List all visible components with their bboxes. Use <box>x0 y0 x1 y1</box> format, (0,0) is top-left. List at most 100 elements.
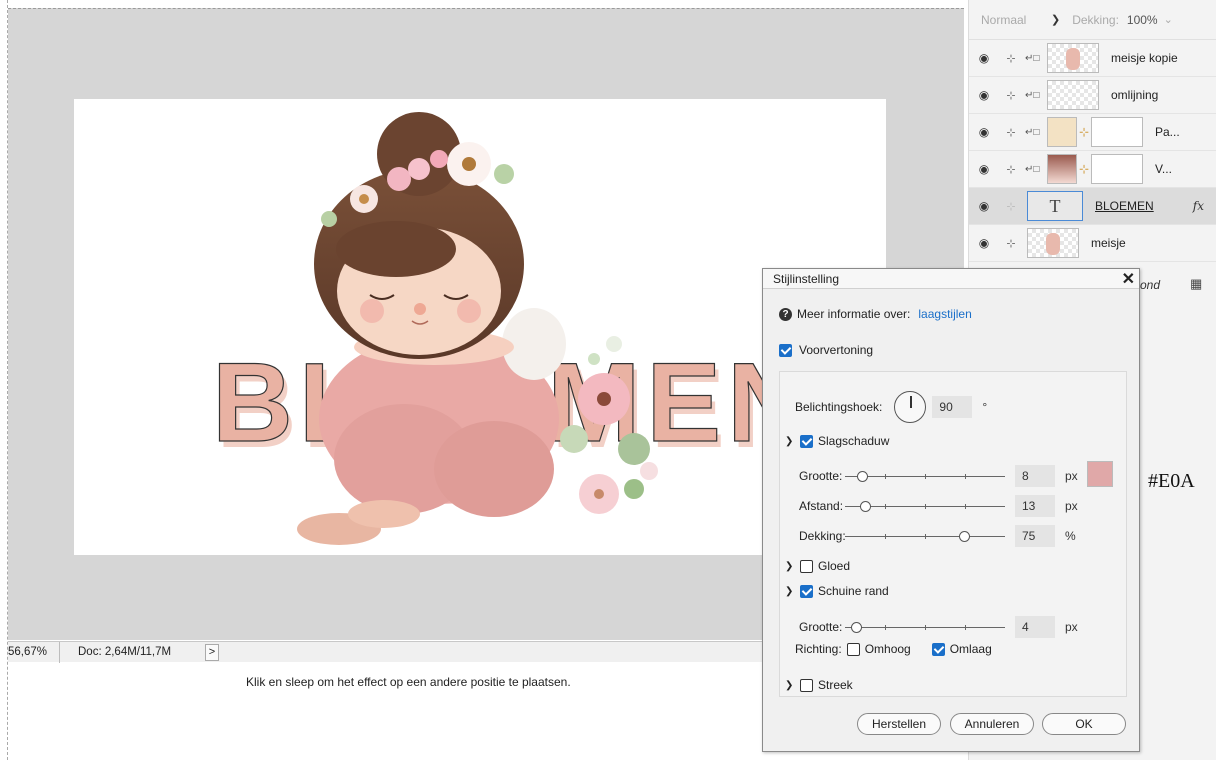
layer-row[interactable]: ◉ ⊹ ↵□ omlijning <box>969 77 1216 114</box>
glow-section[interactable]: ❯ Gloed <box>785 559 850 573</box>
layer-row[interactable]: ◉ ⊹ ↵□ ⊹ Pa... <box>969 114 1216 151</box>
layer-name[interactable]: omlijning <box>1111 88 1158 102</box>
eye-icon[interactable]: ◉ <box>977 125 991 139</box>
opacity-dropdown-icon[interactable]: ⌄ <box>1164 13 1173 26</box>
chevron-right-icon[interactable]: ❯ <box>785 561 795 572</box>
link-icon[interactable]: ⊹ <box>1003 126 1019 139</box>
bevel-checkbox[interactable] <box>800 584 813 598</box>
bevel-size-row: Grootte: 4 px <box>799 616 1078 638</box>
slider-knob[interactable] <box>857 471 868 482</box>
shadow-size-input[interactable]: 8 <box>1015 465 1055 487</box>
angle-label: Belichtingshoek: <box>795 400 883 414</box>
status-menu-arrow[interactable]: > <box>205 643 219 661</box>
layers-panel-header: Normaal ❯ Dekking: 100% ⌄ <box>969 0 1216 40</box>
lock-icon[interactable]: ▦ <box>1190 276 1202 292</box>
eye-icon[interactable]: ◉ <box>977 51 991 65</box>
stroke-label: Streek <box>818 678 853 692</box>
layer-styles-link[interactable]: laagstijlen <box>918 307 971 321</box>
info-text: Meer informatie over: <box>797 307 911 321</box>
shadow-distance-label: Afstand: <box>799 499 844 513</box>
layer-name[interactable]: V... <box>1155 162 1172 176</box>
shadow-opacity-label: Dekking: <box>799 529 846 543</box>
layer-name[interactable]: meisje kopie <box>1111 51 1178 65</box>
layer-name[interactable]: Pa... <box>1155 125 1180 139</box>
bevel-size-input[interactable]: 4 <box>1015 616 1055 638</box>
close-icon[interactable]: ✕ <box>1122 269 1135 289</box>
color-annotation: #E0A <box>1148 470 1195 492</box>
link-icon[interactable]: ⊹ <box>1003 52 1019 65</box>
girl-illustration <box>297 112 566 545</box>
eye-icon[interactable]: ◉ <box>977 199 991 213</box>
layer-name[interactable]: BLOEMEN <box>1095 199 1154 213</box>
slider-knob[interactable] <box>860 501 871 512</box>
eye-icon[interactable]: ◉ <box>977 88 991 102</box>
shadow-opacity-row: Dekking: 75 % <box>799 525 1076 547</box>
up-checkbox[interactable] <box>846 642 860 656</box>
zoom-level[interactable]: 56,67% <box>8 641 60 663</box>
bevel-section[interactable]: ❯ Schuine rand <box>785 584 889 598</box>
opacity-value[interactable]: 100% <box>1127 13 1158 27</box>
angle-input[interactable]: 90 <box>932 396 973 418</box>
drop-shadow-section[interactable]: ❯ Slagschaduw <box>785 434 889 448</box>
bevel-size-slider[interactable] <box>845 620 1005 634</box>
ok-button[interactable]: OK <box>1042 713 1126 735</box>
link-icon[interactable]: ⊹ <box>1003 200 1019 213</box>
drop-shadow-label: Slagschaduw <box>818 434 890 448</box>
shadow-color-swatch[interactable] <box>1087 461 1113 487</box>
chevron-down-icon[interactable]: ❯ <box>785 586 795 597</box>
dialog-title[interactable]: Stijlinstelling <box>763 269 1139 289</box>
angle-unit: ° <box>982 400 988 414</box>
glow-label: Gloed <box>818 559 851 573</box>
layer-row[interactable]: ◉ ⊹ ↵□ meisje kopie <box>969 40 1216 77</box>
slider-knob[interactable] <box>959 531 970 542</box>
cancel-button[interactable]: Annuleren <box>950 713 1034 735</box>
shadow-distance-unit: px <box>1065 499 1078 513</box>
link-icon[interactable]: ⊹ <box>1003 163 1019 176</box>
direction-label: Richting: <box>795 642 842 656</box>
shadow-distance-input[interactable]: 13 <box>1015 495 1055 517</box>
drop-shadow-checkbox[interactable] <box>800 434 813 448</box>
fx-icon[interactable]: fx <box>1193 199 1204 213</box>
down-checkbox[interactable] <box>931 642 945 656</box>
shadow-distance-slider[interactable] <box>845 499 1005 513</box>
clip-icon: ↵□ <box>1025 126 1040 138</box>
shadow-size-slider[interactable] <box>845 469 1005 483</box>
chevron-right-icon[interactable]: ❯ <box>785 680 795 691</box>
pattern-fill-thumbnail <box>1047 117 1077 147</box>
preview-checkbox[interactable] <box>779 343 792 357</box>
layer-style-dialog: Stijlinstelling ✕ ? Meer informatie over… <box>762 268 1140 752</box>
angle-dial[interactable] <box>894 391 927 423</box>
eye-icon[interactable]: ◉ <box>977 162 991 176</box>
shadow-opacity-input[interactable]: 75 <box>1015 525 1055 547</box>
slider-knob[interactable] <box>851 622 862 633</box>
layer-row[interactable]: ◉ ⊹ meisje <box>969 225 1216 262</box>
link-icon[interactable]: ⊹ <box>1003 89 1019 102</box>
blend-mode-select[interactable]: Normaal <box>981 13 1051 27</box>
help-icon: ? <box>779 307 792 321</box>
layer-name[interactable]: meisje <box>1091 236 1126 250</box>
chevron-down-icon[interactable]: ❯ <box>785 436 795 447</box>
layer-row[interactable]: ◉ ⊹ ↵□ ⊹ V... <box>969 151 1216 188</box>
eye-icon[interactable]: ◉ <box>977 236 991 250</box>
left-ruler-edge <box>0 0 8 760</box>
preview-option[interactable]: Voorvertoning <box>779 343 873 357</box>
shadow-size-unit: px <box>1065 469 1078 483</box>
stroke-checkbox[interactable] <box>800 678 813 692</box>
mask-link-icon[interactable]: ⊹ <box>1077 125 1091 139</box>
shadow-opacity-slider[interactable] <box>845 529 1005 543</box>
layer-row-selected[interactable]: ◉ ⊹ T BLOEMEN fx <box>969 188 1216 225</box>
glow-checkbox[interactable] <box>800 559 813 573</box>
reset-button[interactable]: Herstellen <box>857 713 941 735</box>
chevron-down-icon[interactable]: ❯ <box>1051 13 1060 26</box>
clip-icon: ↵□ <box>1025 163 1040 175</box>
layer-mask-thumbnail <box>1091 117 1143 147</box>
stroke-section[interactable]: ❯ Streek <box>785 678 853 692</box>
light-angle-row: Belichtingshoek: 90 ° <box>795 391 987 423</box>
bevel-size-unit: px <box>1065 620 1078 634</box>
layer-thumbnail <box>1047 43 1099 73</box>
bevel-direction-row: Richting: Omhoog Omlaag <box>795 642 992 656</box>
shadow-size-row: Grootte: 8 px <box>799 465 1078 487</box>
link-icon[interactable]: ⊹ <box>1003 237 1019 250</box>
mask-link-icon[interactable]: ⊹ <box>1077 162 1091 176</box>
background-layer-name[interactable]: ond <box>1140 278 1160 292</box>
